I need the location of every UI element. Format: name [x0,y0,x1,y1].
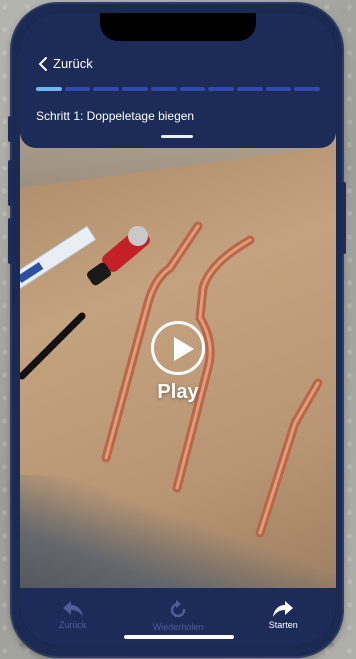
step-title: Schritt 1: Doppeletage biegen [36,109,195,123]
progress-segment [179,87,206,91]
progress-segment [208,87,234,91]
progress-segment-done [36,87,62,91]
pipe-cutter [86,226,150,286]
mute-switch [8,116,12,142]
power-button [342,182,346,254]
repeat-tab-label: Wiederholen [152,622,204,632]
reply-arrow-icon [62,601,83,617]
progress-segment [64,87,91,91]
level-tool [20,225,97,290]
progress-segment [265,87,292,91]
start-tab-label: Starten [268,620,298,630]
step-progress-bar [36,87,321,91]
play-icon [151,321,205,375]
phone-notch [100,13,256,41]
back-label: Zurück [53,56,93,71]
app-screen: Play Zurück Schritt 1: Doppeletage biege… [20,13,336,645]
back-button[interactable]: Zurück [38,56,93,71]
refresh-icon [170,600,186,618]
back-tab-label: Zurück [58,620,87,630]
progress-segment [150,87,177,91]
sheet-drag-handle[interactable] [161,135,193,138]
progress-segment [236,87,263,91]
home-indicator [124,635,234,639]
chevron-left-icon [39,56,47,71]
back-tab-button[interactable]: Zurück [28,600,118,630]
volume-up-button [8,160,12,206]
share-arrow-icon [273,601,294,617]
play-button[interactable]: Play [128,321,228,404]
progress-segment [294,87,321,91]
start-tab-button[interactable]: Starten [238,600,328,630]
volume-down-button [8,218,12,264]
repeat-tab-button[interactable]: Wiederholen [133,600,223,632]
progress-segment [93,87,120,91]
progress-segment [122,87,148,91]
video-floor-shadow [20,475,336,605]
play-label: Play [157,381,199,403]
